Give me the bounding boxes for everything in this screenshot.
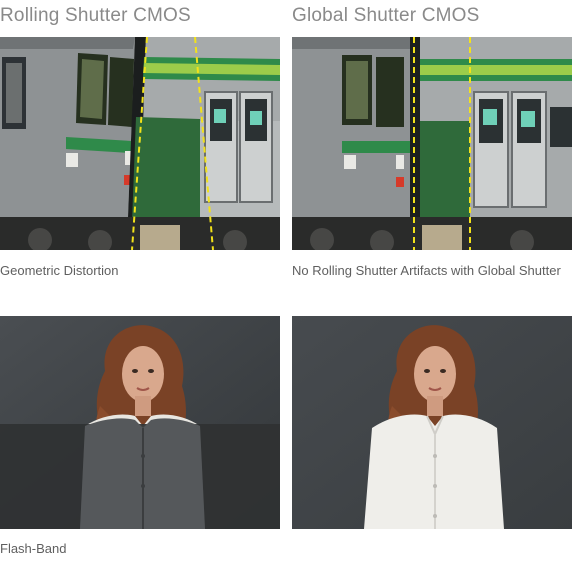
rolling-shutter-heading: Rolling Shutter CMOS [0, 5, 191, 26]
flash-band-caption: Flash-Band [0, 541, 67, 556]
global-shutter-portrait-photo [292, 316, 572, 529]
rolling-shutter-portrait-photo [0, 316, 280, 529]
geometric-distortion-caption: Geometric Distortion [0, 263, 119, 278]
global-shutter-train-photo [292, 37, 572, 250]
global-shutter-heading: Global Shutter CMOS [292, 5, 480, 26]
rolling-shutter-train-photo [0, 37, 280, 250]
no-rolling-shutter-artifacts-caption: No Rolling Shutter Artifacts with Global… [292, 263, 561, 278]
